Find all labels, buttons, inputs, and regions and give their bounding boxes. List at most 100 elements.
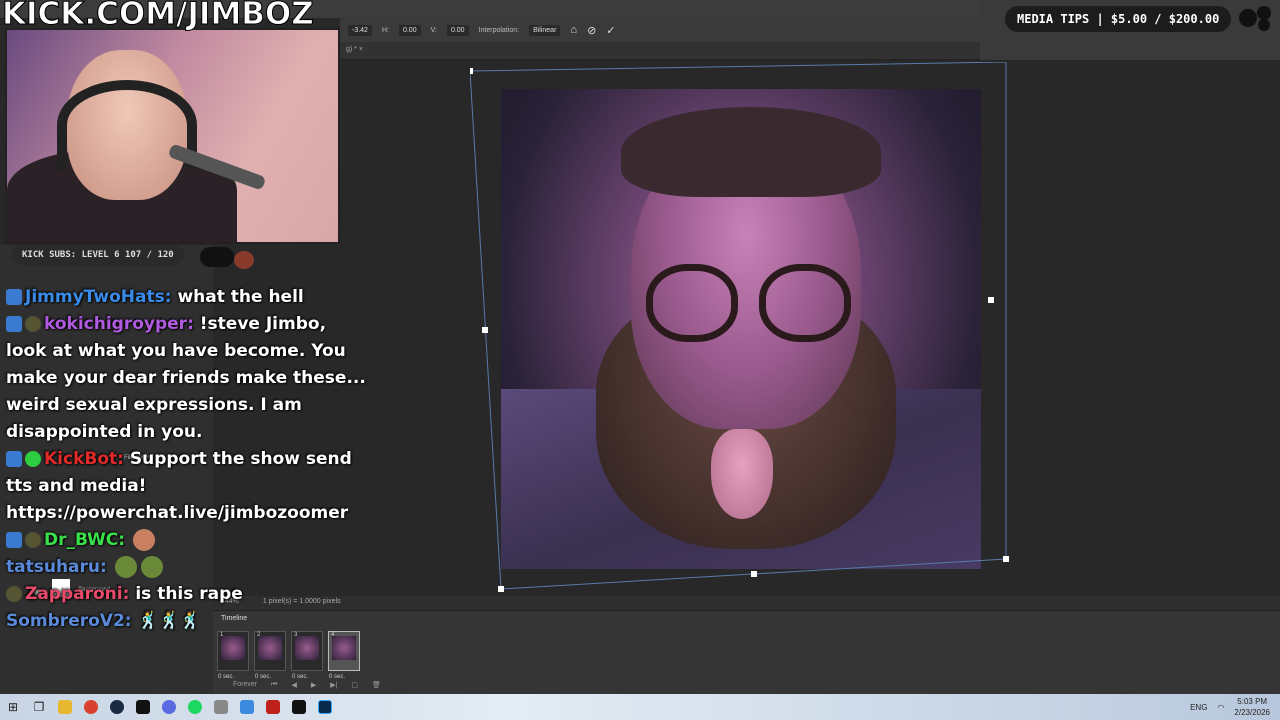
frog-emote-icon <box>114 556 137 578</box>
transform-handle[interactable] <box>751 571 757 577</box>
chrome-icon[interactable] <box>78 694 104 720</box>
x-app-icon[interactable] <box>286 694 312 720</box>
chat-colon: : <box>122 584 136 604</box>
file-explorer-icon[interactable] <box>52 694 78 720</box>
user-avatar-icon <box>25 532 41 548</box>
photoshop-icon[interactable] <box>312 694 338 720</box>
transform-handle[interactable] <box>988 297 994 303</box>
interpolation-label: Interpolation: <box>478 26 520 34</box>
transform-handle[interactable] <box>482 327 488 333</box>
new-frame-icon[interactable]: ▢ <box>351 681 358 689</box>
stream-logo-icon <box>200 247 234 267</box>
timeline-frame[interactable]: 30 sec. <box>291 631 323 680</box>
frame-thumbnail <box>221 636 245 660</box>
adobe-icon[interactable] <box>260 694 286 720</box>
windows-start-icon[interactable]: ⊞ <box>0 694 26 720</box>
frame-delay[interactable]: 0 sec. <box>218 674 234 680</box>
chat-username[interactable]: tatsuharu <box>6 557 100 577</box>
steam-icon[interactable] <box>104 694 130 720</box>
transform-handle[interactable] <box>467 68 473 74</box>
chat-message: Dr_BWC: <box>6 527 366 554</box>
loop-select[interactable]: Forever <box>233 681 257 689</box>
kick-badge-icon <box>6 532 22 548</box>
chat-message: tatsuharu: <box>6 554 366 581</box>
chat-message: JimmyTwoHats: what the hell <box>6 284 366 311</box>
messenger-icon[interactable] <box>234 694 260 720</box>
cancel-transform-icon[interactable]: ⊘ <box>587 24 596 37</box>
discord-icon[interactable] <box>156 694 182 720</box>
taskbar: ⊞ ❐ ENG ◠ 5:03 PM 2/23/2026 <box>0 694 1280 720</box>
clock[interactable]: 5:03 PM 2/23/2026 <box>1234 696 1270 718</box>
chat-overlay: JimmyTwoHats: what the hell kokichigroype… <box>6 284 366 635</box>
timeline-panel: Timeline 10 sec. 2 0 sec. 3 0 sec. 4 0 sec. Fo… <box>213 610 1280 694</box>
interpolation-select[interactable]: Bilinear <box>529 24 561 36</box>
status-bar: 144% 1 pixel(s) = 1.0000 pixels <box>213 596 1280 610</box>
frame-thumbnail <box>295 636 319 660</box>
chat-username[interactable]: KickBot <box>44 449 117 469</box>
timeline-controls: Forever ⏮ ◀ ▶ ▶| ▢ 🗑 <box>233 681 381 689</box>
webcam-feed <box>5 28 340 244</box>
chat-text: what the hell <box>177 287 304 307</box>
document-tab[interactable]: g) * × <box>340 42 980 60</box>
frame-delay[interactable]: 0 sec. <box>255 674 271 680</box>
h-skew-field[interactable]: 0.00 <box>398 24 421 36</box>
chat-username[interactable]: SombreroV2 <box>6 611 125 631</box>
frame-thumbnail <box>258 636 282 660</box>
chat-username[interactable]: Zapparoni <box>25 584 123 604</box>
timeline-frame[interactable]: 20 sec. <box>254 631 286 680</box>
user-avatar-icon <box>6 586 22 602</box>
chat-username[interactable]: Dr_BWC <box>44 530 118 550</box>
timeline-frame[interactable]: 10 sec. <box>217 631 249 680</box>
frame-delay[interactable]: 0 sec. <box>329 674 345 680</box>
kick-badge-icon <box>6 451 22 467</box>
commit-transform-icon[interactable]: ✓ <box>606 24 615 37</box>
h-label: H: <box>381 26 389 34</box>
play-icon[interactable]: ▶ <box>311 681 316 689</box>
document-tab-label: g) * <box>346 46 357 53</box>
kick-badge-icon <box>6 316 22 332</box>
emote-icon <box>132 529 155 551</box>
transform-handle[interactable] <box>1003 556 1009 562</box>
chat-username[interactable]: JimmyTwoHats <box>25 287 165 307</box>
timeline-title[interactable]: Timeline <box>213 611 1280 626</box>
transform-handle[interactable] <box>498 586 504 592</box>
emote-icon <box>234 251 254 269</box>
chat-message: kokichigroyper: !steve Jimbo, look at wh… <box>6 311 366 446</box>
chat-colon: : <box>124 611 138 631</box>
language-indicator[interactable]: ENG <box>1190 703 1207 712</box>
chat-colon: : <box>118 530 131 550</box>
frame-thumbnail <box>332 636 356 660</box>
task-view-icon[interactable]: ❐ <box>26 694 52 720</box>
verified-badge-icon <box>25 451 41 467</box>
wifi-icon[interactable]: ◠ <box>1217 703 1224 712</box>
clock-date: 2/23/2026 <box>1234 708 1270 717</box>
chat-message: Zapparoni: is this rape <box>6 581 366 608</box>
chat-message: KickBot: Support the show send tts and m… <box>6 446 366 527</box>
transform-bounding-box[interactable] <box>467 61 1010 592</box>
warp-icon[interactable]: ⌂ <box>570 24 577 36</box>
prev-frame-icon[interactable]: ◀ <box>291 681 296 689</box>
media-tips-badge: MEDIA TIPS | $5.00 / $200.00 <box>1005 6 1232 32</box>
channel-title: KICK.COM/JIMBOZ <box>2 0 315 33</box>
kick-subs-badge: KICK SUBS: LEVEL 6 107 / 120 <box>12 245 184 265</box>
first-frame-icon[interactable]: ⏮ <box>271 681 277 689</box>
delete-frame-icon[interactable]: 🗑 <box>372 681 381 689</box>
v-label: V: <box>430 26 437 34</box>
user-avatar-icon <box>25 316 41 332</box>
chat-colon: : <box>164 287 178 307</box>
chat-colon: : <box>187 314 200 334</box>
spotify-icon[interactable] <box>182 694 208 720</box>
terminal-icon[interactable] <box>130 694 156 720</box>
timeline-frame[interactable]: 40 sec. <box>328 631 360 680</box>
dancing-emote-icon: 🕺🕺🕺 <box>137 611 202 631</box>
chat-username[interactable]: kokichigroyper <box>44 314 187 334</box>
next-frame-icon[interactable]: ▶| <box>330 681 337 689</box>
frame-delay[interactable]: 0 sec. <box>292 674 308 680</box>
timeline-frames: 10 sec. 2 0 sec. 3 0 sec. 4 0 sec. <box>217 631 360 680</box>
app-icon[interactable] <box>208 694 234 720</box>
angle-field[interactable]: -3.42 <box>348 24 372 36</box>
v-skew-field[interactable]: 0.00 <box>446 24 469 36</box>
chat-colon: : <box>117 449 130 469</box>
chat-colon: : <box>100 557 113 577</box>
system-tray: ENG ◠ 5:03 PM 2/23/2026 <box>1190 696 1270 718</box>
